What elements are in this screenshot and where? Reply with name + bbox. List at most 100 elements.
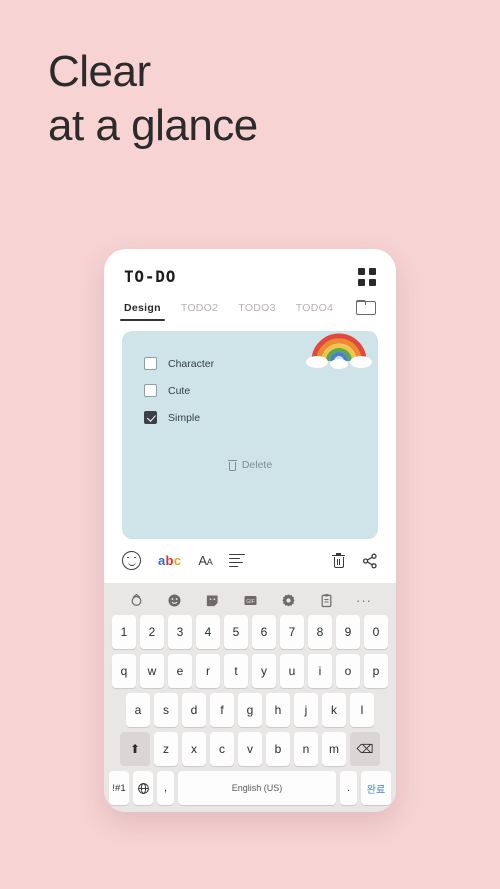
emoji-face-icon[interactable] [122,551,141,570]
key-a[interactable]: a [126,693,150,727]
abc-letter-a: a [158,553,166,568]
checkbox-simple[interactable] [144,411,157,424]
keyboard-number-row: 1 2 3 4 5 6 7 8 9 0 [109,615,391,649]
note-card[interactable]: Character Cute Simple Delete [122,331,378,539]
key-0[interactable]: 0 [364,615,388,649]
phone-mockup: TO-DO Design TODO2 TODO3 TODO4 Character… [104,249,396,812]
key-g[interactable]: g [238,693,262,727]
key-y[interactable]: y [252,654,276,688]
comma-key[interactable]: , [157,771,174,805]
key-z[interactable]: z [154,732,178,766]
delete-label: Delete [241,459,273,471]
globe-icon[interactable] [133,771,153,805]
text-size-icon[interactable]: AA [198,553,212,568]
symbols-key[interactable]: !#1 [109,771,129,805]
space-key[interactable]: English (US) [178,771,336,805]
done-key[interactable]: 완료 [361,771,391,805]
note-area: Character Cute Simple Delete [104,323,396,539]
sticker-icon[interactable] [205,593,220,608]
mouth-shape [127,562,136,566]
period-key[interactable]: . [340,771,357,805]
key-i[interactable]: i [308,654,332,688]
share-icon[interactable] [362,553,378,569]
svg-text:GIF: GIF [246,599,254,605]
key-j[interactable]: j [294,693,318,727]
key-4[interactable]: 4 [196,615,220,649]
text-size-big: A [198,553,207,568]
key-k[interactable]: k [322,693,346,727]
clipboard-icon[interactable] [319,593,334,608]
key-t[interactable]: t [224,654,248,688]
key-m[interactable]: m [322,732,346,766]
key-b[interactable]: b [266,732,290,766]
backspace-key[interactable]: ⌫ [350,732,380,766]
font-color-icon[interactable]: abc [158,553,181,568]
keyboard-function-row: !#1 , English (US) . 완료 [109,771,391,805]
tab-todo2[interactable]: TODO2 [181,302,218,321]
key-2[interactable]: 2 [140,615,164,649]
abc-letter-c: c [173,553,182,568]
trash-can-shape [333,556,344,568]
align-line [229,561,244,564]
key-u[interactable]: u [280,654,304,688]
keyboard-rows: 1 2 3 4 5 6 7 8 9 0 q w e r t y u i o p … [109,615,391,805]
app-header: TO-DO [104,249,396,286]
checkbox-cute[interactable] [144,384,157,397]
key-5[interactable]: 5 [224,615,248,649]
key-q[interactable]: q [112,654,136,688]
trash-icon [227,459,237,471]
settings-gear-icon[interactable] [281,593,296,608]
key-f[interactable]: f [210,693,234,727]
key-s[interactable]: s [154,693,178,727]
checklist-label: Cute [168,384,191,397]
key-c[interactable]: c [210,732,234,766]
key-d[interactable]: d [182,693,206,727]
grid-cell [358,279,365,286]
search-rotate-icon[interactable] [129,593,144,608]
key-w[interactable]: w [140,654,164,688]
key-x[interactable]: x [182,732,206,766]
checklist-item[interactable]: Simple [144,411,356,424]
shift-key[interactable]: ⬆ [120,732,150,766]
keyboard-bottom-letter-row: ⬆ z x c v b n m ⌫ [109,732,391,766]
folder-body-shape [356,301,376,315]
checkbox-character[interactable] [144,357,157,370]
grid-view-icon[interactable] [358,268,376,286]
key-p[interactable]: p [364,654,388,688]
tab-todo4[interactable]: TODO4 [296,302,333,321]
gif-icon[interactable]: GIF [243,593,258,608]
key-3[interactable]: 3 [168,615,192,649]
key-1[interactable]: 1 [112,615,136,649]
delete-note-button[interactable]: Delete [122,459,378,471]
key-n[interactable]: n [294,732,318,766]
key-6[interactable]: 6 [252,615,276,649]
tab-todo3[interactable]: TODO3 [238,302,275,321]
key-7[interactable]: 7 [280,615,304,649]
key-l[interactable]: l [350,693,374,727]
tab-bar: Design TODO2 TODO3 TODO4 [104,300,396,323]
folder-icon[interactable] [356,300,376,315]
tab-design[interactable]: Design [120,302,165,321]
key-v[interactable]: v [238,732,262,766]
more-options-icon[interactable]: ··· [356,593,372,608]
grid-cell [369,279,376,286]
key-h[interactable]: h [266,693,290,727]
page-headline: Clear at a glance [48,47,258,150]
trash-icon[interactable] [332,553,345,568]
trash-can-shape [228,461,236,471]
trash-lid-shape [227,459,237,461]
editor-toolbar: abc AA [104,539,396,583]
align-line [229,557,241,560]
key-r[interactable]: r [196,654,220,688]
key-e[interactable]: e [168,654,192,688]
key-9[interactable]: 9 [336,615,360,649]
align-left-icon[interactable] [229,553,246,568]
key-o[interactable]: o [336,654,360,688]
key-8[interactable]: 8 [308,615,332,649]
align-line [229,566,239,568]
checklist-label: Character [168,357,215,370]
grid-cell [369,268,376,275]
emoji-icon[interactable] [167,593,182,608]
checklist-item[interactable]: Cute [144,384,356,397]
align-line [229,553,246,555]
